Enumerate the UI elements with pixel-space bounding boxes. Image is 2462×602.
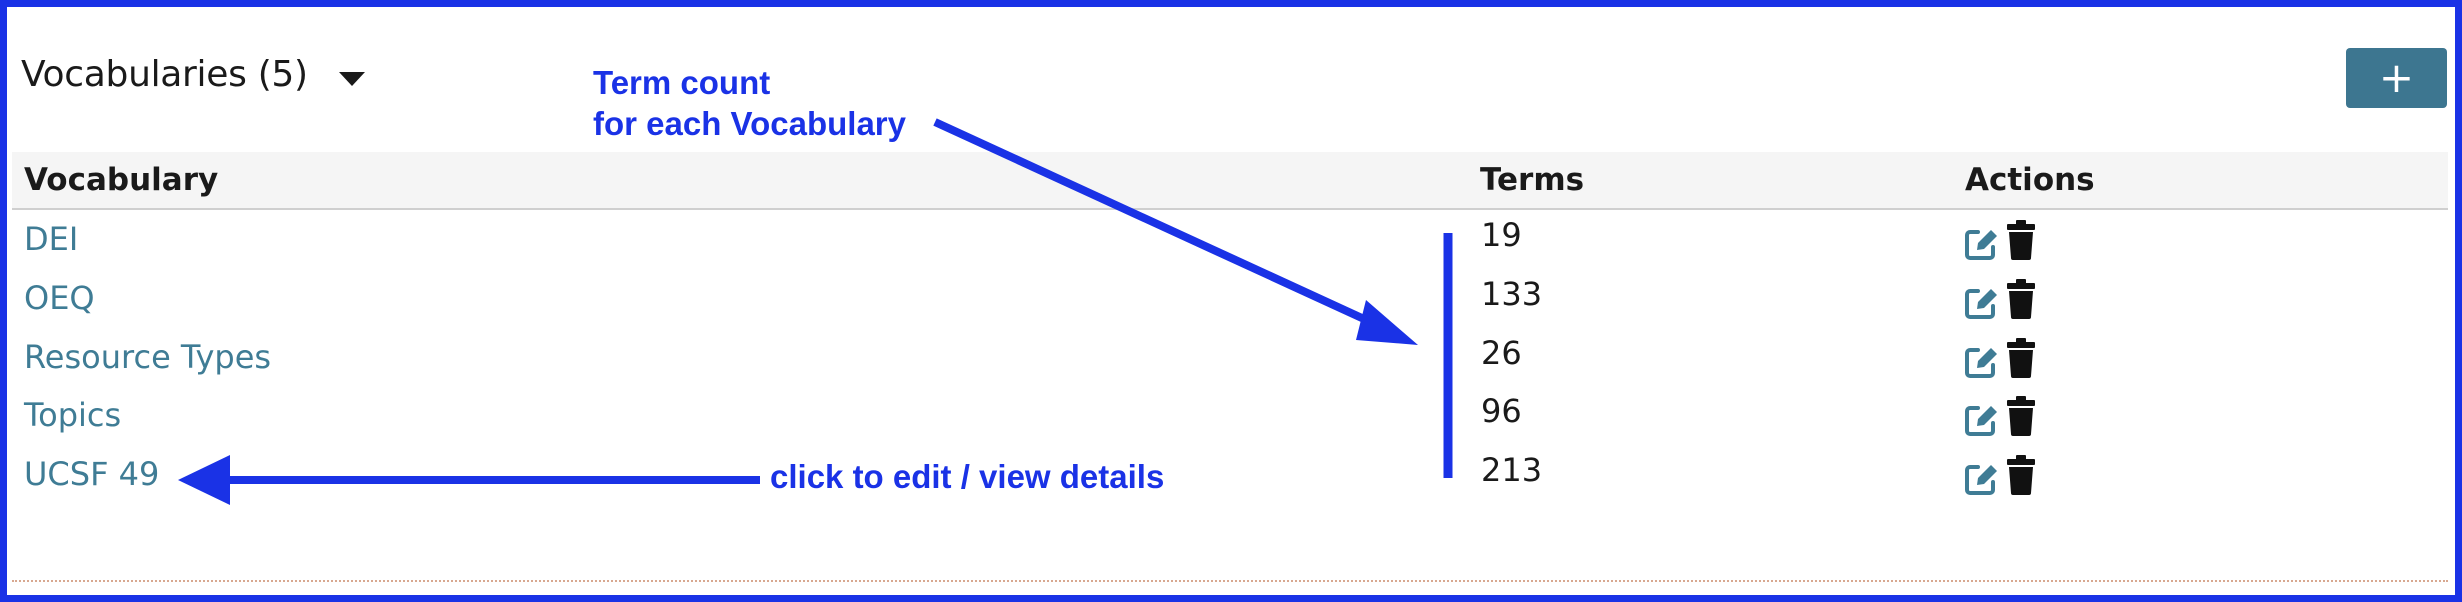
term-count-arrow bbox=[933, 118, 1390, 334]
annotation-line: for each Vocabulary bbox=[593, 105, 907, 142]
term-count-annotation: Term count for each Vocabulary bbox=[593, 62, 906, 144]
click-hint-annotation: click to edit / view details bbox=[770, 458, 1165, 495]
arrowhead-icon bbox=[178, 455, 230, 505]
annotation-overlay bbox=[178, 118, 1453, 505]
arrowhead-icon bbox=[1356, 300, 1418, 345]
annotation-line: Term count bbox=[593, 64, 771, 101]
